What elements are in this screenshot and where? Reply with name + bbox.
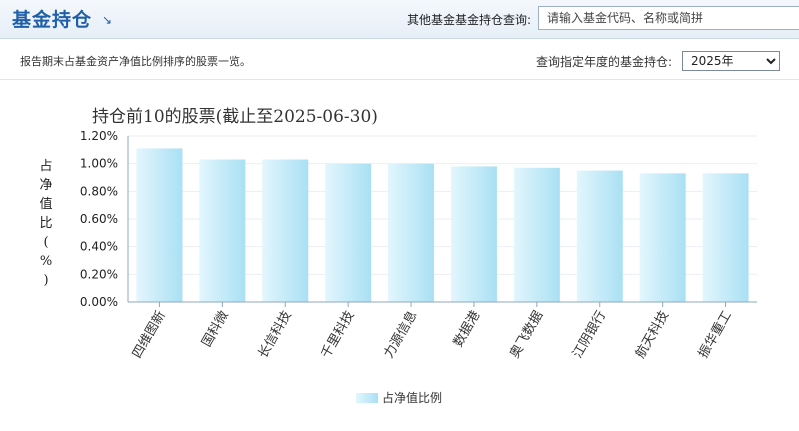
bar[interactable]	[199, 159, 246, 302]
y-tick-label: 0.80%	[80, 184, 118, 198]
x-category-label: 奥飞数据	[507, 309, 546, 362]
bar[interactable]	[325, 163, 372, 302]
x-category-label: 长信科技	[256, 309, 295, 362]
sub-bar: 报告期末占基金资产净值比例排序的股票一览。 查询指定年度的基金持仓: 2025年	[0, 39, 799, 80]
holdings-description: 报告期末占基金资产净值比例排序的股票一览。	[20, 55, 251, 68]
fund-search-input[interactable]	[538, 6, 799, 30]
bar[interactable]	[576, 170, 623, 302]
y-tick-label: 0.20%	[80, 267, 118, 281]
bar[interactable]	[702, 173, 749, 302]
chart-legend[interactable]: 占净值比例	[356, 390, 442, 405]
legend-swatch	[356, 393, 378, 403]
bar[interactable]	[639, 173, 686, 302]
x-category-label: 航天科技	[632, 308, 672, 361]
holdings-bar-chart: 持仓前10的股票(截止至2025-06-30) 占净值比 (%) 0.00% 0.2…	[39, 107, 757, 405]
y-tick-label: 0.40%	[80, 240, 118, 254]
bar[interactable]	[136, 148, 183, 302]
y-axis-title-char: 净	[39, 178, 52, 193]
y-axis-title-char: %	[40, 254, 52, 269]
x-category-label: 四维图新	[129, 308, 169, 361]
year-select-label: 查询指定年度的基金持仓:	[536, 55, 673, 69]
y-axis-title-char: 比	[39, 216, 52, 231]
x-category-label: 振华重工	[695, 308, 735, 361]
header-bar: 基金持仓 ↘ 其他基金基金持仓查询:	[0, 0, 799, 39]
arrow-down-right-icon[interactable]: ↘	[102, 13, 112, 27]
year-select[interactable]: 2025年	[682, 51, 780, 71]
y-tick-label: 1.00%	[80, 157, 118, 171]
y-axis-title: 占净值比 (%)	[39, 159, 52, 288]
y-axis-title-char: (	[43, 235, 48, 250]
y-axis-title-char: 值	[39, 196, 52, 212]
x-category-label: 力源信息	[381, 308, 421, 361]
chart-title: 持仓前10的股票(截止至2025-06-30)	[92, 107, 378, 127]
y-tick-label: 0.00%	[80, 295, 118, 309]
page-title: 基金持仓	[12, 9, 93, 31]
x-category-label: 千里科技	[319, 309, 358, 362]
bar[interactable]	[513, 167, 560, 302]
y-tick-label: 0.60%	[80, 212, 118, 226]
bar[interactable]	[450, 166, 497, 302]
y-tick-label: 1.20%	[80, 129, 118, 143]
search-label: 其他基金基金持仓查询:	[406, 13, 531, 27]
bar[interactable]	[262, 159, 309, 302]
x-category-label: 数据港	[451, 309, 483, 350]
y-axis-title-char: 占	[39, 159, 52, 174]
legend-label: 占净值比例	[382, 390, 442, 405]
x-category-label: 江阴银行	[570, 309, 609, 362]
x-category-label: 国科微	[199, 309, 231, 350]
y-axis-title-char: )	[43, 273, 48, 288]
bar[interactable]	[388, 163, 435, 302]
